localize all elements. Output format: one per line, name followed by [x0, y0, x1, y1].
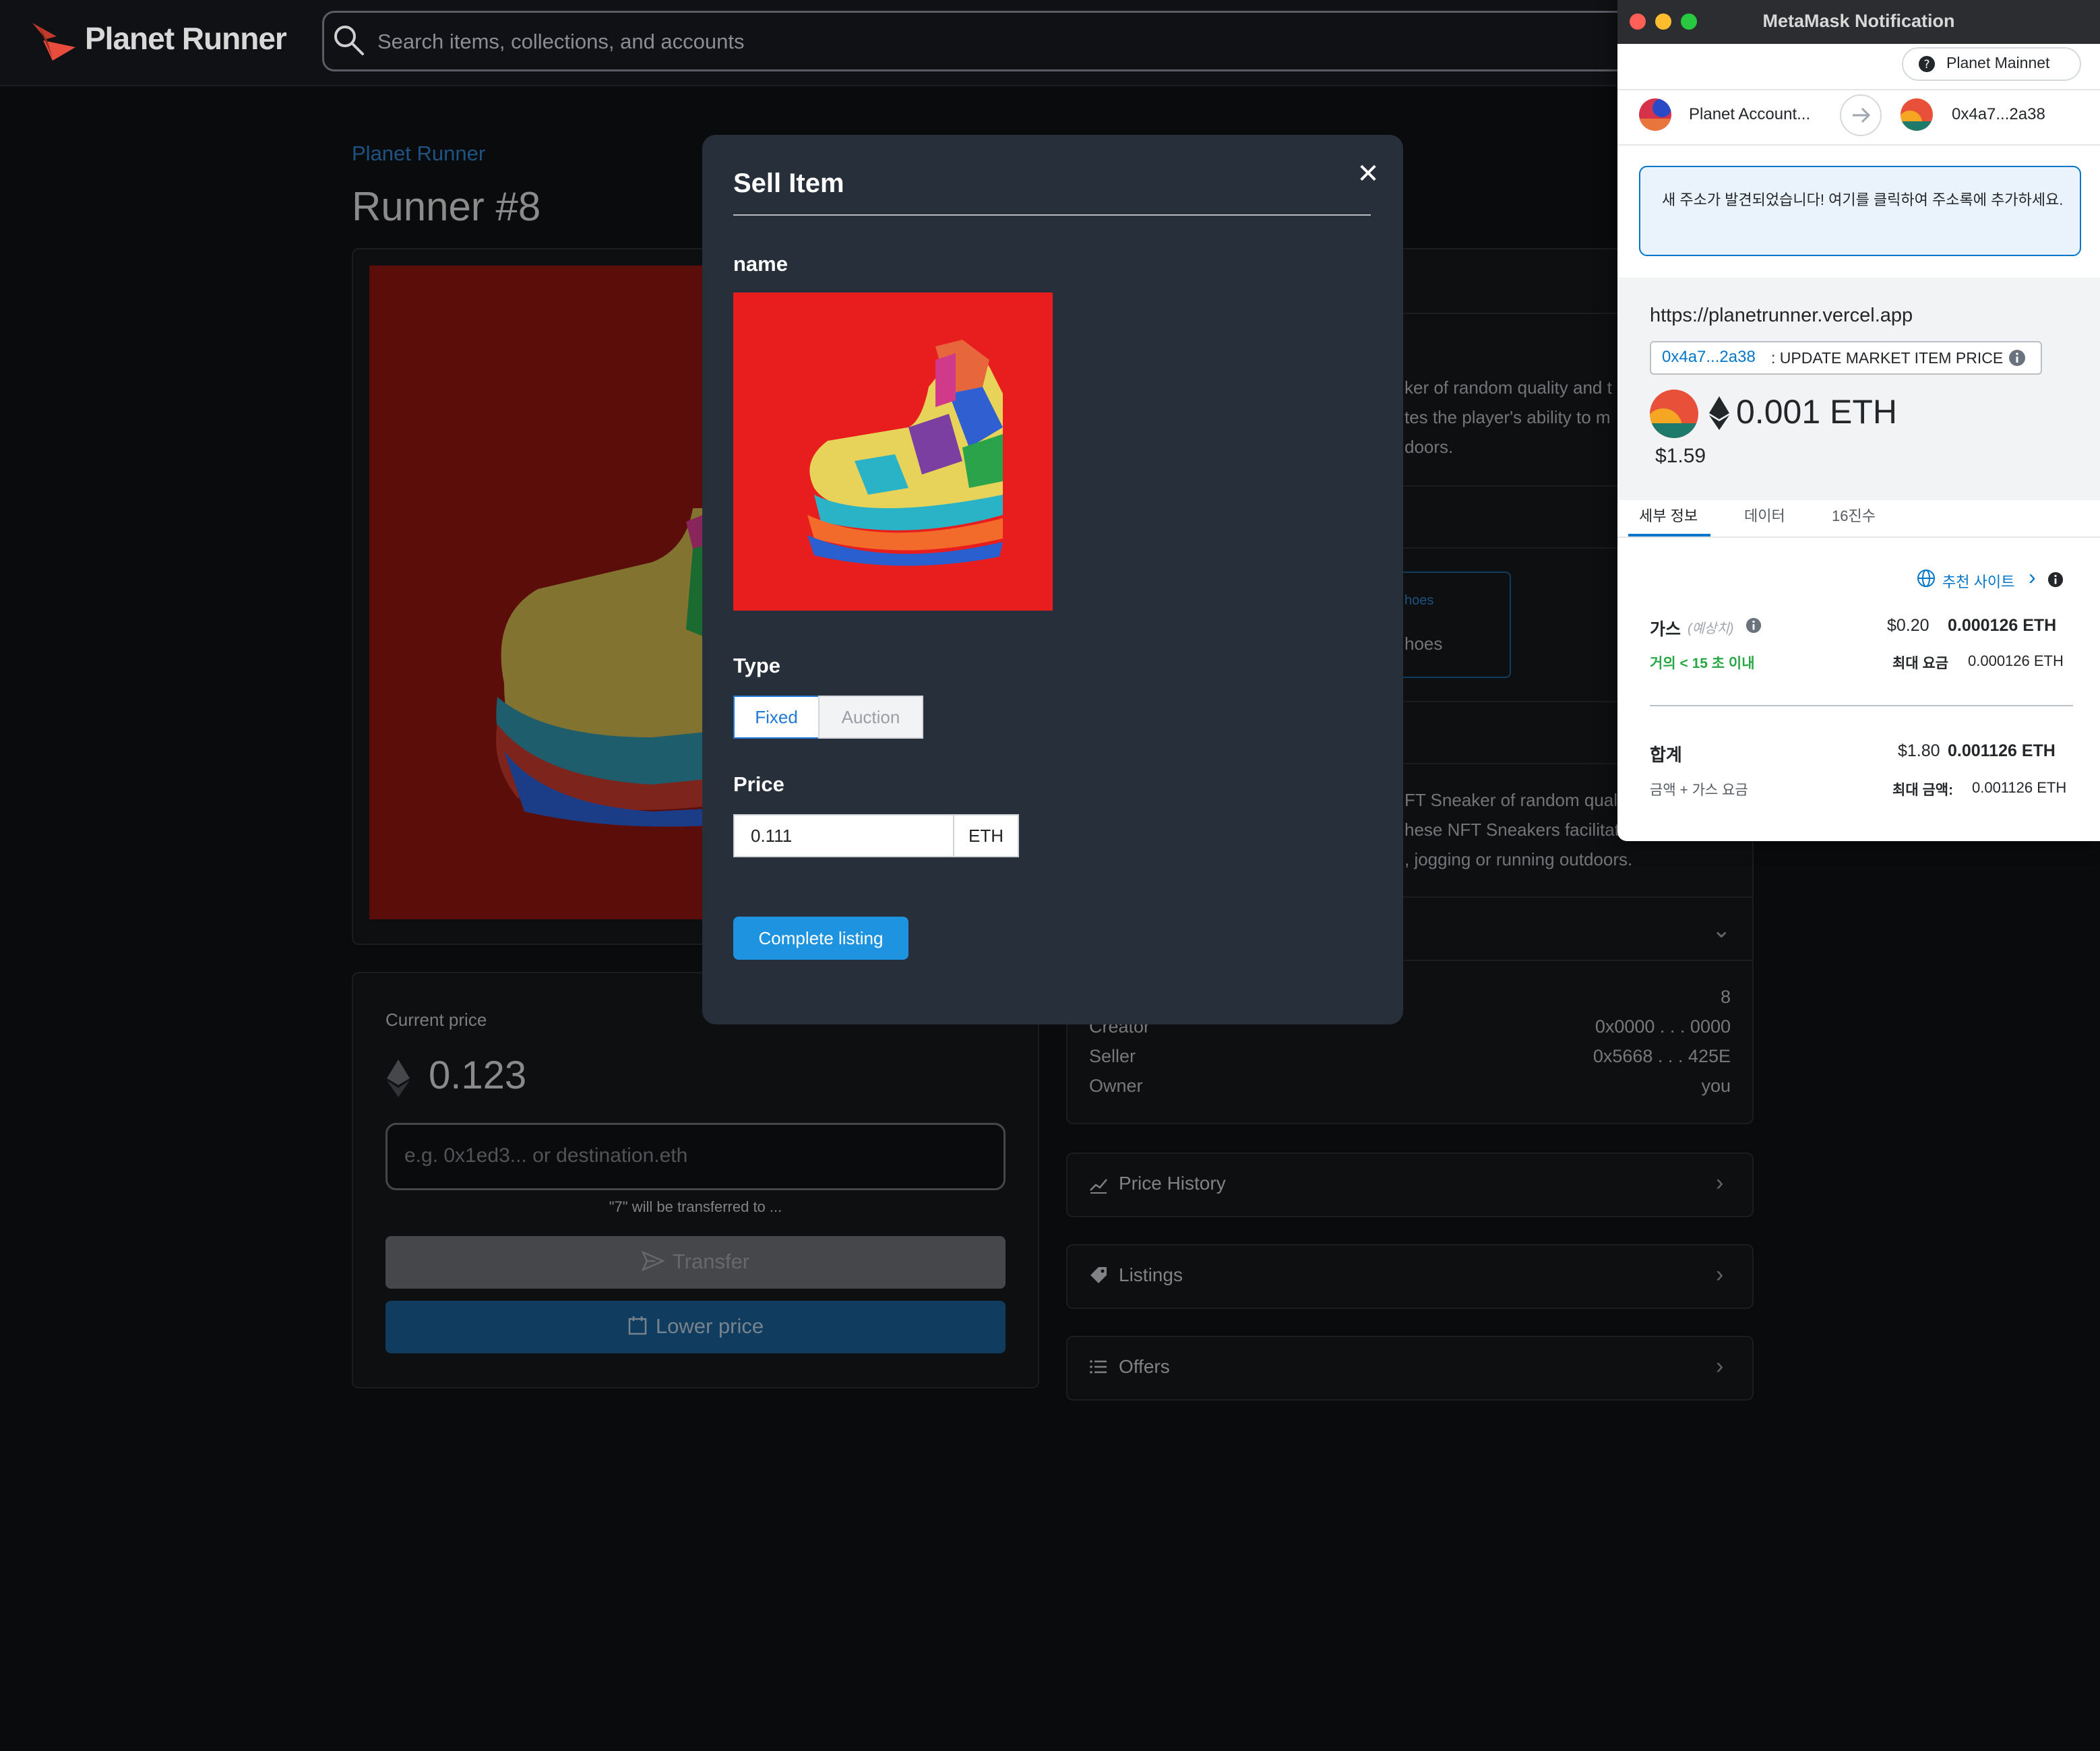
total-usd: $1.80: [1898, 741, 1940, 760]
to-account-address[interactable]: 0x4a7...2a38: [1952, 105, 2045, 124]
modal-divider: [733, 214, 1371, 216]
new-address-alert-text: 새 주소가 발견되었습니다! 여기를 클릭하여 주소록에 추가하세요.: [1662, 191, 2064, 208]
metamask-window-title: MetaMask Notification: [1762, 11, 1955, 31]
divider: [1617, 89, 2100, 90]
total-eth: 0.001126 ETH: [1948, 741, 2056, 760]
gas-label: 가스: [1650, 620, 1681, 639]
tab-data[interactable]: 데이터: [1744, 504, 1785, 526]
app-logo-text[interactable]: Planet Runner: [85, 20, 287, 57]
from-account-name[interactable]: Planet Account...: [1689, 105, 1810, 124]
max-amount-label: 최대 금액:: [1892, 782, 1954, 798]
price-input[interactable]: 0.111: [733, 814, 954, 857]
nft-preview-image: [733, 293, 1053, 611]
from-account-avatar: [1639, 98, 1671, 131]
to-account-avatar: [1901, 98, 1933, 131]
origin-url: https://planetrunner.vercel.app: [1650, 305, 1913, 326]
contract-method-name: : UPDATE MARKET ITEM PRICE: [1771, 349, 2004, 367]
divider: [1617, 536, 2100, 538]
planet-runner-logo-icon[interactable]: [30, 20, 78, 62]
close-icon[interactable]: ✕: [1355, 160, 1382, 187]
gas-fee-usd: $0.20: [1887, 616, 1929, 635]
total-label: 합계: [1650, 745, 1682, 765]
type-label: Type: [733, 654, 781, 677]
max-fee-value: 0.000126 ETH: [1968, 652, 2064, 669]
transaction-amount: 0.001 ETH: [1736, 393, 1898, 431]
gas-estimated-label: (예상치): [1688, 621, 1734, 636]
chevron-right-icon[interactable]: ›: [2029, 565, 2036, 590]
arrow-right-icon: [1840, 94, 1882, 136]
globe-icon: [1917, 570, 1935, 587]
transaction-amount-usd: $1.59: [1655, 445, 1706, 467]
svg-text:?: ?: [1923, 58, 1929, 71]
divider: [1650, 705, 2073, 706]
gas-fee-eth: 0.000126 ETH: [1948, 616, 2057, 635]
modal-title: Sell Item: [733, 168, 844, 198]
eth-icon: [1709, 396, 1729, 430]
max-fee-label: 최대 요금: [1892, 656, 1949, 671]
search-icon: [334, 26, 364, 55]
info-icon[interactable]: [2047, 572, 2064, 588]
contract-avatar: [1650, 390, 1698, 438]
max-amount-value: 0.001126 ETH: [1972, 779, 2067, 796]
tab-details[interactable]: 세부 정보: [1639, 504, 1698, 526]
divider: [1617, 144, 2100, 146]
gas-speed: 거의 < 15 초 이내: [1650, 656, 1755, 671]
type-fixed-button[interactable]: Fixed: [733, 696, 820, 739]
type-auction-button[interactable]: Auction: [818, 696, 923, 739]
price-label: Price: [733, 772, 784, 796]
tab-hex[interactable]: 16진수: [1832, 504, 1876, 526]
name-label: name: [733, 252, 788, 276]
contract-address-link[interactable]: 0x4a7...2a38: [1662, 348, 1756, 367]
total-subtitle: 금액 + 가스 요금: [1650, 782, 1748, 798]
question-icon: ?: [1919, 56, 1935, 72]
price-unit-addon: ETH: [953, 814, 1019, 857]
network-name: Planet Mainnet: [1946, 54, 2050, 71]
info-icon[interactable]: [1746, 617, 1762, 634]
info-icon[interactable]: [2008, 349, 2026, 367]
search-placeholder: Search items, collections, and accounts: [377, 30, 745, 53]
complete-listing-button[interactable]: Complete listing: [733, 917, 908, 960]
suggested-site-link[interactable]: 추천 사이트: [1942, 570, 2014, 592]
